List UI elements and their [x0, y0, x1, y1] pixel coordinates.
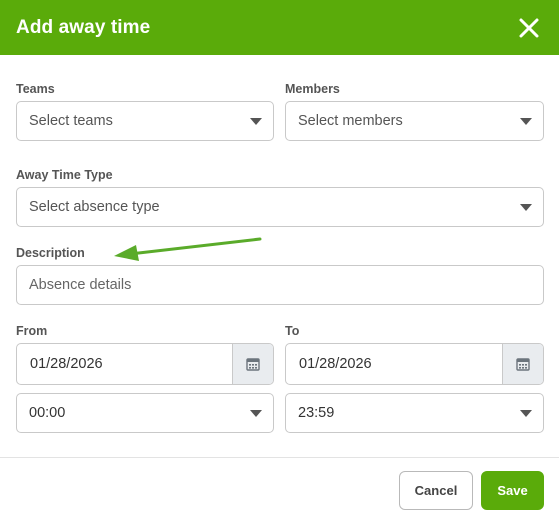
chevron-down-icon: [509, 203, 543, 211]
teams-select-value: Select teams: [29, 113, 113, 129]
footer-divider: [0, 457, 559, 458]
calendar-icon: [516, 358, 530, 371]
chevron-down-icon: [509, 117, 543, 125]
from-date-field[interactable]: 01/28/2026: [16, 343, 274, 385]
chevron-down-icon: [239, 117, 273, 125]
calendar-icon: [246, 358, 260, 371]
chevron-down-icon: [239, 409, 273, 417]
to-label: To: [285, 324, 300, 338]
description-placeholder: Absence details: [29, 277, 132, 293]
close-button[interactable]: [517, 16, 541, 40]
cancel-button[interactable]: Cancel: [399, 471, 473, 510]
from-time-value: 00:00: [29, 405, 66, 421]
description-input[interactable]: Absence details: [16, 265, 544, 305]
from-date-value[interactable]: 01/28/2026: [17, 344, 232, 384]
to-date-field[interactable]: 01/28/2026: [285, 343, 544, 385]
members-select[interactable]: Select members: [285, 101, 544, 141]
teams-select[interactable]: Select teams: [16, 101, 274, 141]
to-time-select[interactable]: 23:59: [285, 393, 544, 433]
from-label: From: [16, 324, 48, 338]
description-label: Description: [16, 246, 85, 260]
to-time-value: 23:59: [298, 405, 335, 421]
away-type-select-value: Select absence type: [29, 199, 160, 215]
from-time-select[interactable]: 00:00: [16, 393, 274, 433]
teams-label: Teams: [16, 82, 55, 96]
close-icon: [519, 18, 539, 37]
to-date-value[interactable]: 01/28/2026: [286, 344, 502, 384]
chevron-down-icon: [509, 409, 543, 417]
to-calendar-button[interactable]: [502, 344, 543, 384]
away-type-label: Away Time Type: [16, 168, 113, 182]
members-label: Members: [285, 82, 340, 96]
away-type-select[interactable]: Select absence type: [16, 187, 544, 227]
arrow-annotation: [114, 237, 262, 261]
dialog-title: Add away time: [16, 16, 151, 38]
from-calendar-button[interactable]: [232, 344, 273, 384]
dialog-header: Add away time: [0, 0, 559, 55]
members-select-value: Select members: [298, 113, 403, 129]
save-button[interactable]: Save: [481, 471, 544, 510]
